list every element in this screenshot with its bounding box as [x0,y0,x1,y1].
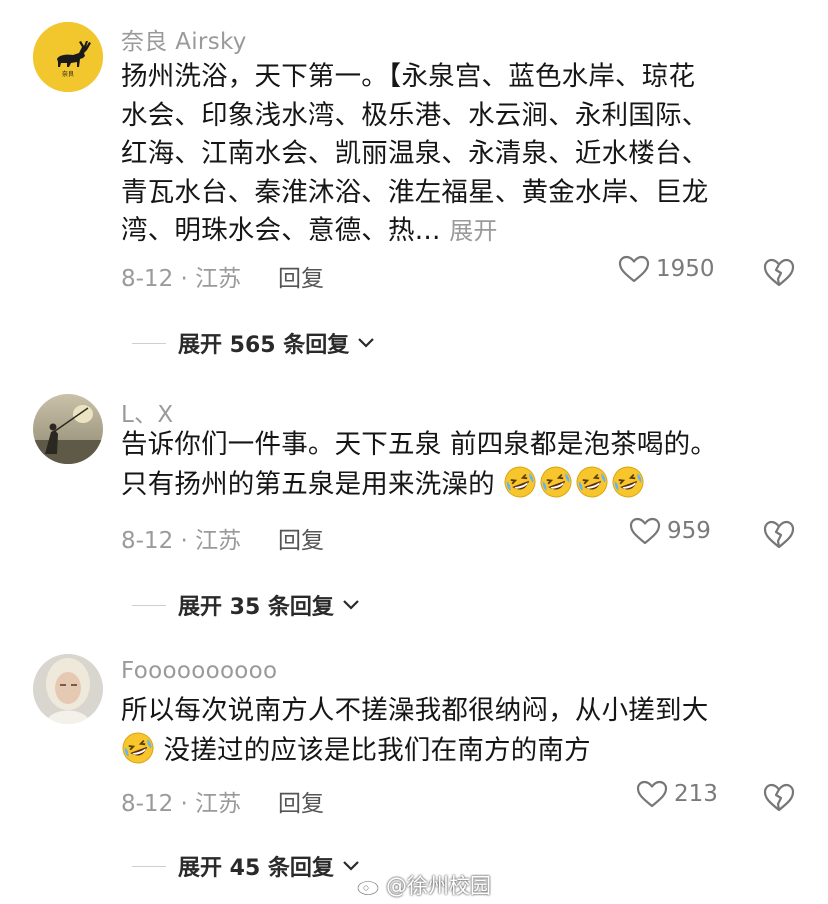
watermark-text: @徐州校园 [386,874,491,898]
date-location: 8-12 · 江苏 [121,528,242,554]
comment-3: Foooooooooo 所以每次说南方人不搓澡我都很纳闷，从小搓到大 没搓过的应… [0,643,828,904]
weibo-logo-icon [357,877,380,896]
expand-replies-button[interactable]: 展开 565 条回复 [132,327,375,359]
comment-text: 所以每次说南方人不搓澡我都很纳闷，从小搓到大 没搓过的应该是比我们在南方的南方 [121,692,801,770]
like-button[interactable]: 959 [629,516,711,546]
fishing-photo-icon [33,394,103,464]
heart-outline-icon [636,780,668,808]
comment-text: 扬州洗浴，天下第一。【永泉宫、蓝色水岸、琼花 水会、印象浅水湾、极乐港、水云涧、… [121,58,801,251]
like-count: 1950 [656,256,715,282]
comment-line-last: 没搓过的应该是比我们在南方的南方 [121,731,801,771]
divider [132,865,166,867]
rolling-laughing-emoji [612,466,644,497]
comment-line: 湾、明珠水会、意德、热... [121,215,441,246]
expand-replies-label: 展开 35 条回复 [178,595,334,620]
rolling-laughing-emoji [504,466,536,497]
username[interactable]: Foooooooooo [121,658,277,684]
comment-line: 告诉你们一件事。天下五泉 前四泉都是泡茶喝的。 [121,429,718,460]
like-count: 213 [674,781,718,807]
profile-photo-icon [33,654,103,724]
like-count: 959 [667,518,711,544]
comment-2: L、X 告诉你们一件事。天下五泉 前四泉都是泡茶喝的。 只有扬州的第五泉是用来洗… [0,380,828,630]
avatar[interactable] [33,654,103,724]
emoji-group [121,731,155,765]
divider [132,342,166,344]
expand-replies-button[interactable]: 展开 45 条回复 [132,850,360,882]
avatar[interactable]: 奈良 [33,22,103,92]
reply-button[interactable]: 回复 [278,521,324,555]
rolling-laughing-emoji [576,466,608,497]
chevron-down-icon [343,600,359,610]
chevron-down-icon [358,338,375,348]
rolling-laughing-emoji [540,466,572,497]
date-location: 8-12 · 江苏 [121,791,242,817]
broken-heart-icon[interactable] [762,517,796,551]
avatar[interactable] [33,394,103,464]
rolling-laughing-emoji [122,732,154,763]
svg-text:奈良: 奈良 [62,70,74,78]
comment-line-last: 湾、明珠水会、意德、热... 展开 [121,212,801,251]
expand-replies-button[interactable]: 展开 35 条回复 [132,589,360,621]
comment-line: 没搓过的应该是比我们在南方的南方 [163,734,591,766]
reply-button[interactable]: 回复 [278,259,324,293]
username[interactable]: 奈良 Airsky [121,22,247,56]
like-button[interactable]: 1950 [618,254,715,284]
comment-line: 水会、印象浅水湾、极乐港、水云涧、永利国际、 [121,99,709,131]
heart-outline-icon [629,517,661,545]
username[interactable]: L、X [121,395,173,429]
divider [132,604,166,606]
heart-outline-icon [618,255,650,283]
reply-button[interactable]: 回复 [278,784,324,818]
date-location: 8-12 · 江苏 [121,266,242,292]
comment-text: 告诉你们一件事。天下五泉 前四泉都是泡茶喝的。 只有扬州的第五泉是用来洗澡的 [121,426,801,504]
deer-logo-icon: 奈良 [33,22,103,92]
expand-text-link[interactable]: 展开 [449,217,497,245]
comment-line: 所以每次说南方人不搓澡我都很纳闷，从小搓到大 [121,695,709,726]
watermark: @徐州校园 [356,870,491,900]
comment-line: 红海、江南水会、凯丽温泉、永清泉、近水楼台、 [121,138,709,169]
emoji-group [503,465,645,499]
comment-line: 只有扬州的第五泉是用来洗澡的 [121,468,495,500]
broken-heart-icon[interactable] [762,780,796,814]
like-button[interactable]: 213 [636,779,718,809]
comment-1: 奈良 奈良 Airsky 扬州洗浴，天下第一。【永泉宫、蓝色水岸、琼花 水会、印… [0,0,828,360]
comment-line: 青瓦水台、秦淮沐浴、淮左福星、黄金水岸、巨龙 [121,176,709,208]
expand-replies-label: 展开 45 条回复 [178,856,334,881]
comment-line: 扬州洗浴，天下第一。【永泉宫、蓝色水岸、琼花 [121,61,696,92]
broken-heart-icon[interactable] [762,255,796,289]
expand-replies-label: 展开 565 条回复 [178,333,350,358]
comment-line-last: 只有扬州的第五泉是用来洗澡的 [121,465,801,505]
